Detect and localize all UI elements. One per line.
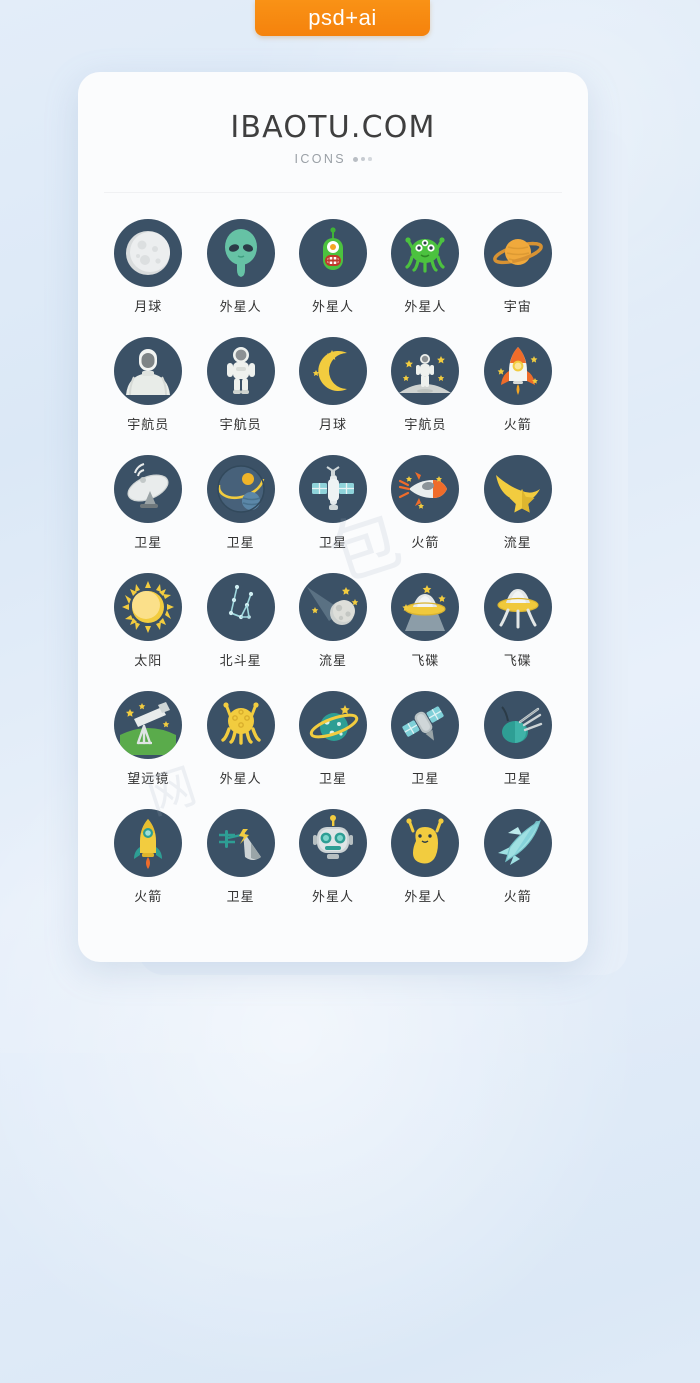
card-header: IBAOTU.COM ICONS (78, 72, 588, 166)
icon-label: 卫星 (226, 536, 255, 551)
icon-label: 飞碟 (503, 654, 532, 669)
icon-cell[interactable]: 卫星 (287, 455, 379, 551)
icon-label: 宇航员 (127, 418, 170, 433)
icon-label: 宇宙 (503, 300, 532, 315)
robot-head-icon (298, 809, 367, 877)
icon-cell[interactable]: 卫星 (194, 809, 286, 905)
icon-label: 卫星 (226, 890, 255, 905)
icon-cell[interactable]: 外星人 (194, 219, 286, 315)
icon-label: 外星人 (219, 300, 262, 315)
icon-label: 外星人 (404, 890, 447, 905)
badge-label: psd+ai (308, 5, 377, 30)
icon-label: 飞碟 (411, 654, 440, 669)
alien-head-teal-icon (206, 219, 275, 287)
icon-cell[interactable]: 外星人 (194, 691, 286, 787)
meteor-rock-icon (298, 573, 367, 641)
icon-cell[interactable]: 流星 (472, 455, 564, 551)
icon-label: 宇航员 (404, 418, 447, 433)
rocket-yellow-icon (114, 809, 183, 877)
crescent-moon-stars-icon (298, 337, 367, 405)
icon-label: 卫星 (134, 536, 163, 551)
alien-octopus-green-icon (391, 219, 460, 287)
icon-label: 外星人 (311, 300, 354, 315)
icon-label: 火箭 (411, 536, 440, 551)
icon-label: 流星 (503, 536, 532, 551)
icon-cell[interactable]: 卫星 (379, 691, 471, 787)
icon-label: 火箭 (503, 890, 532, 905)
icon-cell[interactable]: 北斗星 (194, 573, 286, 669)
icon-cell[interactable]: 卫星 (194, 455, 286, 551)
icon-label: 流星 (318, 654, 347, 669)
icon-cell[interactable]: 流星 (287, 573, 379, 669)
icon-cell[interactable]: 宇宙 (472, 219, 564, 315)
icon-label: 月球 (318, 418, 347, 433)
icon-label: 外星人 (219, 772, 262, 787)
icon-sheet-card: IBAOTU.COM ICONS 月球 外星人 外星人 外星人 宇宙 宇航员 宇… (78, 72, 588, 962)
icon-cell[interactable]: 飞碟 (472, 573, 564, 669)
icon-cell[interactable]: 卫星 (102, 455, 194, 551)
icon-label: 火箭 (503, 418, 532, 433)
icon-label: 月球 (134, 300, 163, 315)
icon-cell[interactable]: 外星人 (379, 809, 471, 905)
psd-ai-badge: psd+ai (255, 0, 430, 36)
rocket-horizontal-icon (391, 455, 460, 523)
icon-cell[interactable]: 火箭 (379, 455, 471, 551)
icon-cell[interactable]: 飞碟 (379, 573, 471, 669)
subtitle-text: ICONS (294, 152, 347, 166)
satellite-dish-icon (114, 455, 183, 523)
rocket-orange-icon (483, 337, 552, 405)
orbit-planets-icon (206, 455, 275, 523)
icon-label: 太阳 (134, 654, 163, 669)
icon-cell[interactable]: 宇航员 (379, 337, 471, 433)
satellite-antenna-icon (483, 691, 552, 759)
space-shuttle-icon (483, 809, 552, 877)
icon-cell[interactable]: 外星人 (379, 219, 471, 315)
astronaut-full-icon (206, 337, 275, 405)
icon-grid: 月球 外星人 外星人 外星人 宇宙 宇航员 宇航员 月球 宇航员 火箭 卫星 卫… (78, 193, 588, 905)
icon-cell[interactable]: 宇航员 (102, 337, 194, 433)
alien-green-tall-icon (298, 219, 367, 287)
subtitle-dots-icon (353, 156, 372, 162)
ringed-planet-icon (298, 691, 367, 759)
icon-cell[interactable]: 卫星 (472, 691, 564, 787)
sun-icon (114, 573, 183, 641)
icon-label: 卫星 (318, 536, 347, 551)
icon-label: 卫星 (411, 772, 440, 787)
satellite-signal-icon (206, 809, 275, 877)
icon-label: 北斗星 (219, 654, 262, 669)
icon-label: 卫星 (503, 772, 532, 787)
page-subtitle: ICONS (78, 152, 588, 166)
icon-cell[interactable]: 月球 (102, 219, 194, 315)
icon-label: 望远镜 (127, 772, 170, 787)
icon-cell[interactable]: 外星人 (287, 809, 379, 905)
alien-blob-yellow-icon (391, 809, 460, 877)
satellite-cross-icon (391, 691, 460, 759)
icon-cell[interactable]: 卫星 (287, 691, 379, 787)
icon-label: 卫星 (318, 772, 347, 787)
alien-yellow-octopus-icon (206, 691, 275, 759)
icon-cell[interactable]: 月球 (287, 337, 379, 433)
icon-cell[interactable]: 火箭 (472, 809, 564, 905)
icon-cell[interactable]: 望远镜 (102, 691, 194, 787)
ufo-beam-icon (391, 573, 460, 641)
moon-full-icon (114, 219, 183, 287)
page-title: IBAOTU.COM (230, 110, 436, 145)
telescope-icon (114, 691, 183, 759)
icon-label: 外星人 (404, 300, 447, 315)
satellite-panels-icon (298, 455, 367, 523)
ufo-legs-icon (483, 573, 552, 641)
icon-cell[interactable]: 太阳 (102, 573, 194, 669)
astronaut-on-moon-icon (391, 337, 460, 405)
icon-cell[interactable]: 宇航员 (194, 337, 286, 433)
astronaut-bust-icon (114, 337, 183, 405)
saturn-planet-icon (483, 219, 552, 287)
icon-label: 火箭 (134, 890, 163, 905)
icon-cell[interactable]: 火箭 (472, 337, 564, 433)
icon-cell[interactable]: 外星人 (287, 219, 379, 315)
icon-label: 宇航员 (219, 418, 262, 433)
icon-cell[interactable]: 火箭 (102, 809, 194, 905)
shooting-star-icon (483, 455, 552, 523)
big-dipper-icon (206, 573, 275, 641)
icon-label: 外星人 (311, 890, 354, 905)
